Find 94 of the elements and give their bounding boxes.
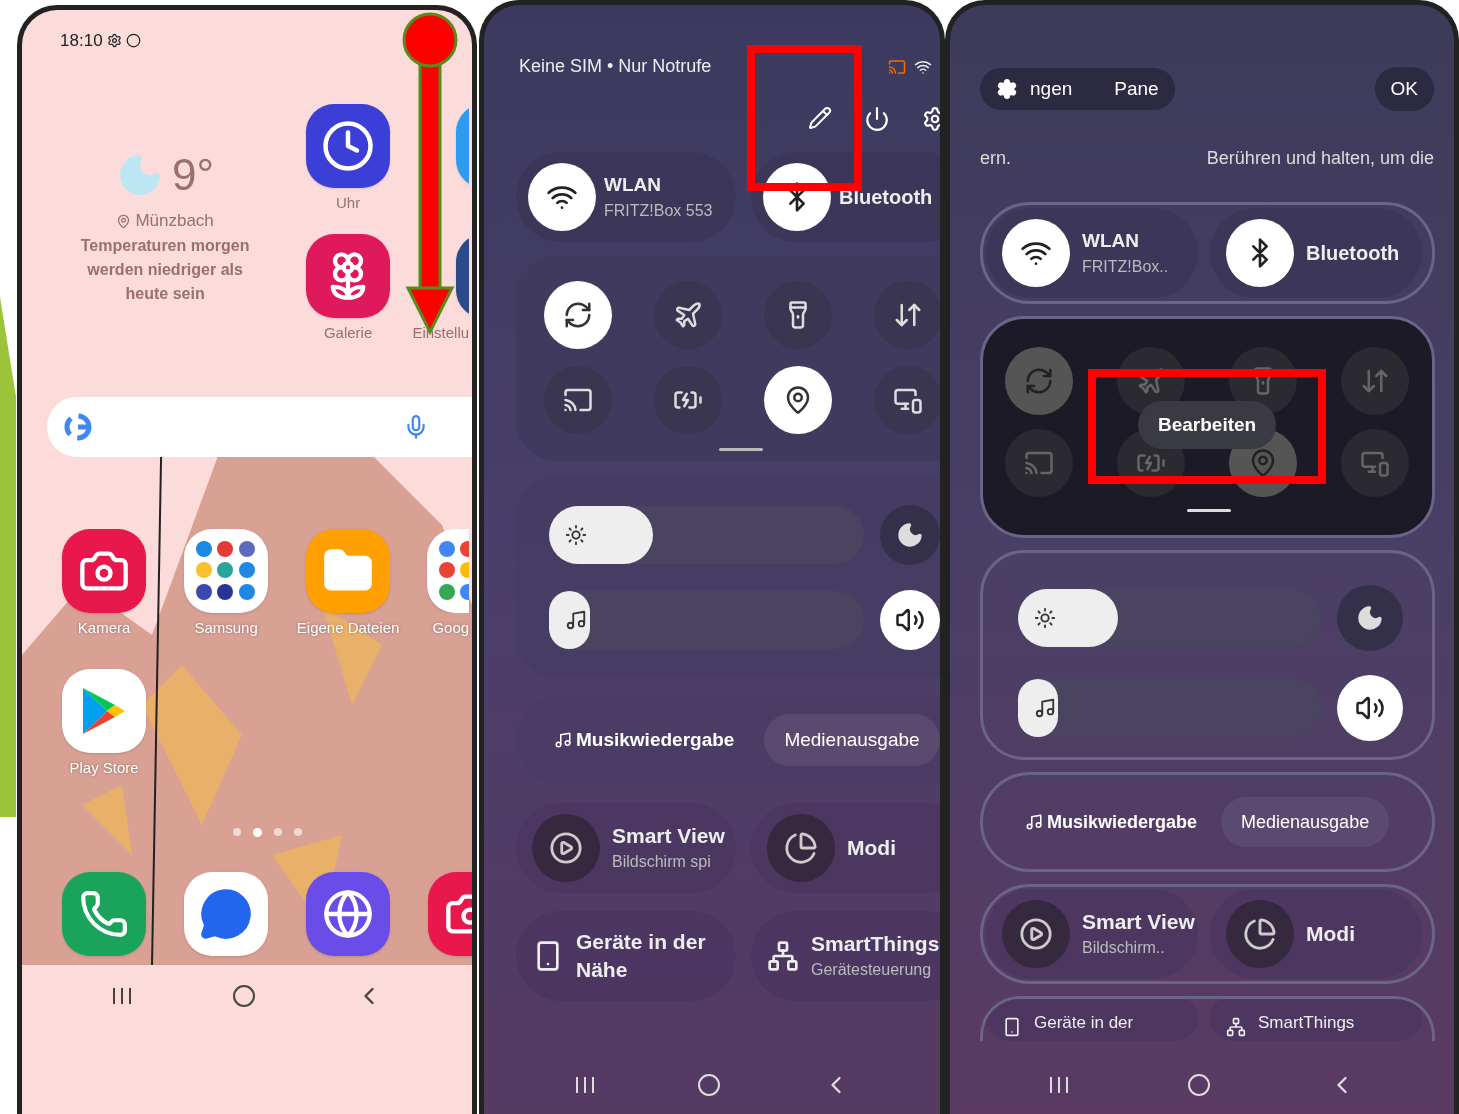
tile-title: WLAN [604, 172, 662, 197]
weather-location: Münzbach [135, 210, 214, 233]
clock-app-icon[interactable] [306, 103, 391, 188]
app-label: Play Store [69, 758, 139, 778]
tab-label[interactable]: Pane [1114, 74, 1159, 104]
quick-tile[interactable]: WLAN FRITZ!Box.. [986, 208, 1198, 298]
shortcut-subtitle: Bildschirm.. [1082, 938, 1166, 958]
quick-tile[interactable]: Bluetooth [751, 152, 940, 242]
shortcut-tile[interactable]: Geräte in der [986, 999, 1198, 1041]
shortcut-tile[interactable]: Modi [751, 803, 940, 893]
carrier-status: Keine SIM • Nur Notrufe [519, 55, 712, 78]
weather-message: Temperaturen morgen werden niedriger als heute sein [79, 235, 251, 304]
brightness-slider[interactable] [1018, 589, 1321, 647]
shortcut-subtitle: Bildschirm spi [612, 852, 712, 872]
tile-title: WLAN [1082, 228, 1140, 253]
app-label: Eigene Dateien [296, 617, 400, 638]
volume-slider[interactable] [1018, 679, 1321, 737]
media-output-button[interactable]: Medienausgabe [1221, 797, 1390, 847]
quick-tile[interactable]: Bluetooth [1210, 208, 1422, 298]
app-folder-icon[interactable] [184, 528, 269, 613]
brightness-slider[interactable] [549, 506, 864, 564]
shortcut-tile[interactable]: Geräte in der Nähe [516, 911, 736, 1001]
moon-icon [1356, 604, 1384, 632]
app-label: Einstellu [412, 323, 470, 343]
tab-label[interactable]: ngen [1030, 74, 1073, 104]
tile-subtitle: FRITZ!Box.. [1082, 257, 1169, 278]
music-note-icon [1034, 697, 1056, 719]
tile-title: Bluetooth [839, 185, 933, 210]
shortcut-title: Smart View [1082, 909, 1196, 935]
sun-icon [565, 524, 587, 546]
volume-button[interactable] [880, 590, 940, 650]
tile-subtitle: FRITZ!Box 553 [604, 201, 713, 222]
sun-icon [1034, 607, 1056, 629]
play-circle-icon [1019, 917, 1053, 951]
play-store-icon[interactable] [62, 669, 147, 753]
shortcut-tile[interactable]: Smart View Bildschirm spi [516, 803, 736, 893]
browser-app-icon[interactable] [306, 871, 391, 956]
app-label: Galerie [323, 323, 373, 343]
recent-apps-icon[interactable] [111, 985, 134, 1006]
music-note-icon [1025, 813, 1043, 831]
airplane-icon [673, 300, 703, 330]
shortcut-tile[interactable]: SmartThings Gerätesteuerung [751, 911, 940, 1001]
settings-tab-bar[interactable]: ngen Pane [980, 68, 1175, 110]
edit-icon[interactable] [808, 106, 832, 130]
app-label: Uhr [336, 192, 361, 213]
moon-icon [896, 521, 924, 549]
media-output-button[interactable]: Medienausgabe [764, 714, 940, 766]
shortcut-tile[interactable]: Smart View Bildschirm.. [986, 889, 1198, 979]
app-label: Samsung [194, 617, 258, 638]
quick-tile[interactable]: WLAN FRITZ!Box 553 [516, 152, 736, 242]
music-note-icon [554, 731, 572, 749]
media-label[interactable]: Musikwiedergabe [576, 725, 735, 755]
flower-app-icon[interactable] [306, 234, 391, 318]
media-label[interactable]: Musikwiedergabe [1047, 808, 1198, 836]
settings-icon [996, 78, 1018, 100]
rotate-icon [1024, 366, 1054, 396]
home-icon[interactable] [232, 983, 257, 1008]
rotate-icon [563, 300, 593, 330]
power-icon[interactable] [864, 106, 890, 132]
cast-status-icon [888, 57, 906, 76]
tile-title: Bluetooth [1306, 241, 1400, 266]
ok-button[interactable]: OK [1374, 67, 1434, 111]
app-label: Goog [432, 617, 470, 638]
shortcut-title: Smart View [612, 823, 726, 849]
pie-icon [784, 831, 818, 865]
shortcut-tile[interactable]: Modi [1210, 889, 1422, 979]
temperature: 9° [172, 149, 215, 202]
pie-icon [1243, 917, 1277, 951]
network-icon [767, 940, 799, 972]
status-time: 18:10 [60, 30, 103, 52]
shortcut-title: Modi [1306, 921, 1356, 947]
shortcut-title: Geräte in der [1034, 1012, 1134, 1034]
shortcut-title: SmartThings [1258, 1012, 1355, 1034]
app-label: Kamera [77, 617, 131, 638]
recent-apps-icon[interactable] [1048, 1075, 1071, 1095]
hint-text: ern. [980, 147, 1012, 170]
settings-status-icon [106, 33, 122, 49]
shortcut-title: SmartThings [811, 931, 940, 957]
shortcut-subtitle: Gerätesteuerung [811, 960, 933, 980]
messages-app-icon[interactable] [184, 871, 269, 956]
edit-popup[interactable]: Bearbeiten [1138, 401, 1277, 449]
shortcut-title: Modi [847, 835, 897, 861]
hint-text: Berühren und halten, um die [1206, 147, 1434, 170]
music-note-icon [565, 609, 587, 631]
recent-apps-icon[interactable] [574, 1075, 597, 1095]
shortcut-tile[interactable]: SmartThings [1210, 999, 1422, 1041]
network-icon [1226, 1017, 1246, 1037]
night-mode-button[interactable] [880, 505, 940, 565]
play-circle-icon [549, 831, 583, 865]
shortcut-title: Geräte in der Nähe [576, 929, 707, 983]
phone-app-icon[interactable] [62, 871, 147, 956]
status-icon [125, 33, 141, 49]
location-pin-icon [116, 213, 132, 229]
volume-slider[interactable] [549, 591, 864, 649]
